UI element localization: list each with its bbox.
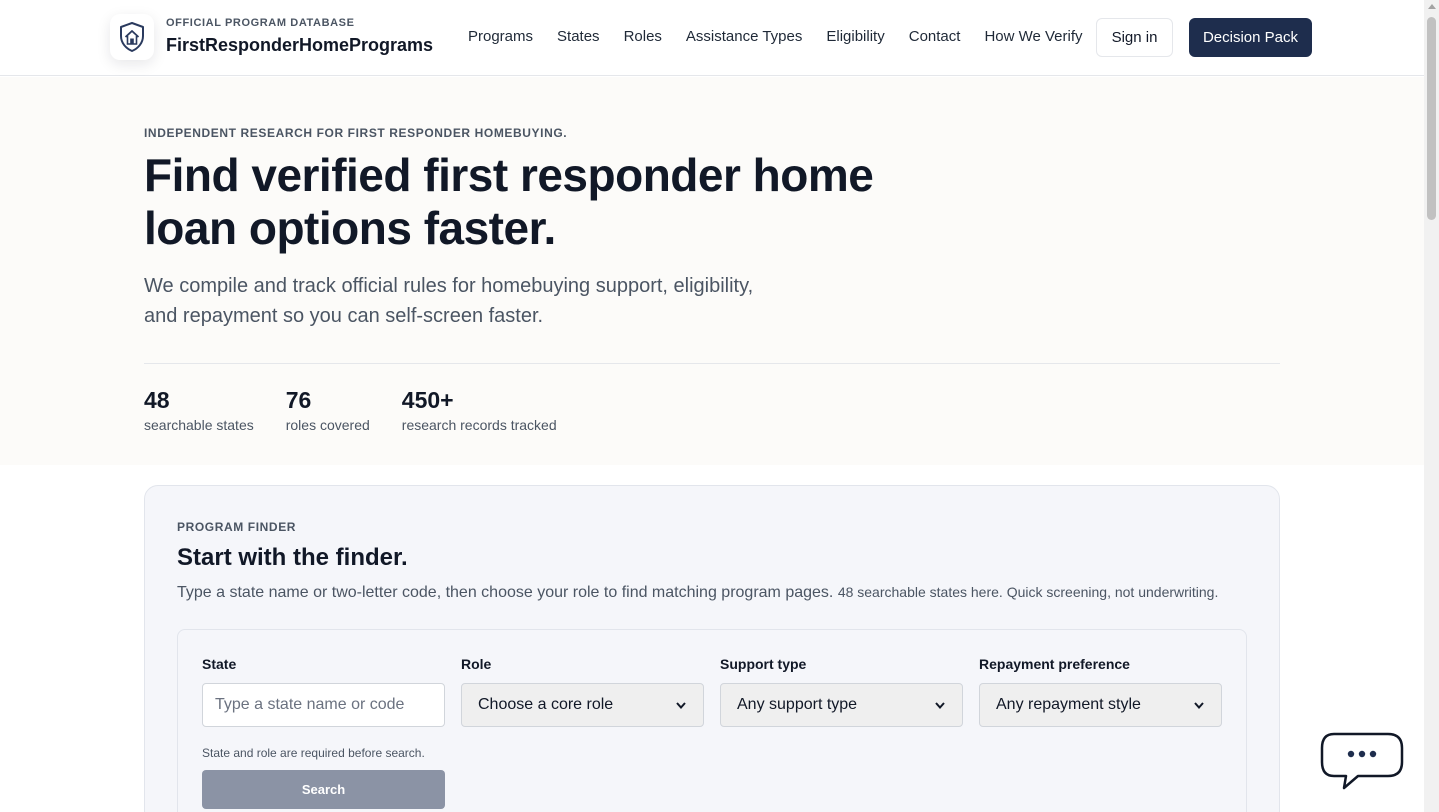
chevron-down-icon bbox=[676, 702, 686, 710]
main-nav: Programs States Roles Assistance Types E… bbox=[468, 28, 1083, 45]
support-type-label: Support type bbox=[720, 656, 807, 672]
support-type-select-value: Any support type bbox=[737, 696, 858, 713]
decision-pack-button[interactable]: Decision Pack bbox=[1189, 18, 1312, 57]
stat-label: searchable states bbox=[144, 417, 254, 433]
hero-subtitle: We compile and track official rules for … bbox=[144, 275, 754, 327]
hero-section: INDEPENDENT RESEARCH FOR FIRST RESPONDER… bbox=[0, 77, 1424, 465]
state-label: State bbox=[202, 656, 237, 672]
nav-contact[interactable]: Contact bbox=[909, 28, 961, 45]
required-fields-hint: State and role are required before searc… bbox=[202, 746, 425, 760]
sign-in-button[interactable]: Sign in bbox=[1096, 18, 1173, 57]
stat-records: 450+ research records tracked bbox=[402, 385, 557, 433]
brand-eyebrow: OFFICIAL PROGRAM DATABASE bbox=[166, 17, 355, 29]
support-type-select[interactable]: Any support type bbox=[720, 683, 963, 727]
repayment-preference-select[interactable]: Any repayment style bbox=[979, 683, 1222, 727]
chevron-down-icon bbox=[935, 702, 945, 710]
stats-row: 48 searchable states 76 roles covered 45… bbox=[144, 385, 557, 433]
nav-eligibility[interactable]: Eligibility bbox=[826, 28, 884, 45]
stat-label: roles covered bbox=[285, 417, 370, 433]
scroll-up-arrow-icon[interactable] bbox=[1428, 4, 1436, 9]
role-label: Role bbox=[461, 656, 492, 672]
state-input[interactable] bbox=[202, 683, 445, 727]
finder-eyebrow: PROGRAM FINDER bbox=[177, 520, 297, 534]
finder-description-note: 48 searchable states here. Quick screeni… bbox=[837, 584, 1219, 600]
scrollbar-thumb[interactable] bbox=[1427, 17, 1436, 220]
finder-description: Type a state name or two-letter code, th… bbox=[177, 584, 1218, 602]
shield-house-icon bbox=[120, 22, 144, 52]
nav-programs[interactable]: Programs bbox=[468, 28, 533, 45]
nav-how-we-verify[interactable]: How We Verify bbox=[984, 28, 1082, 45]
finder-title: Start with the finder. bbox=[177, 544, 408, 571]
stat-label: research records tracked bbox=[401, 417, 557, 433]
stat-value: 450+ bbox=[401, 387, 454, 413]
finder-description-main: Type a state name or two-letter code, th… bbox=[177, 584, 834, 601]
repayment-preference-select-value: Any repayment style bbox=[996, 696, 1141, 713]
nav-assistance-types[interactable]: Assistance Types bbox=[686, 28, 802, 45]
program-finder-card: PROGRAM FINDER Start with the finder. Ty… bbox=[144, 485, 1280, 812]
page-title: Find verified first responder home loan … bbox=[144, 149, 874, 254]
nav-states[interactable]: States bbox=[557, 28, 600, 45]
repayment-preference-label: Repayment preference bbox=[979, 656, 1130, 672]
nav-roles[interactable]: Roles bbox=[624, 28, 662, 45]
brand-name[interactable]: FirstResponderHomePrograms bbox=[166, 35, 433, 56]
hero-eyebrow: INDEPENDENT RESEARCH FOR FIRST RESPONDER… bbox=[144, 126, 568, 140]
chat-launcher[interactable] bbox=[1318, 730, 1406, 792]
page-scrollbar[interactable] bbox=[1424, 0, 1439, 812]
stat-value: 76 bbox=[285, 387, 312, 413]
stat-value: 48 bbox=[144, 387, 170, 413]
search-button[interactable]: Search bbox=[202, 770, 445, 809]
logo-mark[interactable] bbox=[110, 14, 154, 60]
hero-divider bbox=[144, 363, 1280, 364]
role-select-value: Choose a core role bbox=[478, 696, 614, 713]
stat-roles: 76 roles covered bbox=[286, 385, 370, 433]
site-header: OFFICIAL PROGRAM DATABASE FirstResponder… bbox=[0, 0, 1424, 76]
chat-bubble-icon bbox=[1320, 732, 1404, 790]
role-select[interactable]: Choose a core role bbox=[461, 683, 704, 727]
chevron-down-icon bbox=[1194, 702, 1204, 710]
stat-states: 48 searchable states bbox=[144, 385, 254, 433]
finder-form: State Role Support type Repayment prefer… bbox=[177, 629, 1247, 812]
